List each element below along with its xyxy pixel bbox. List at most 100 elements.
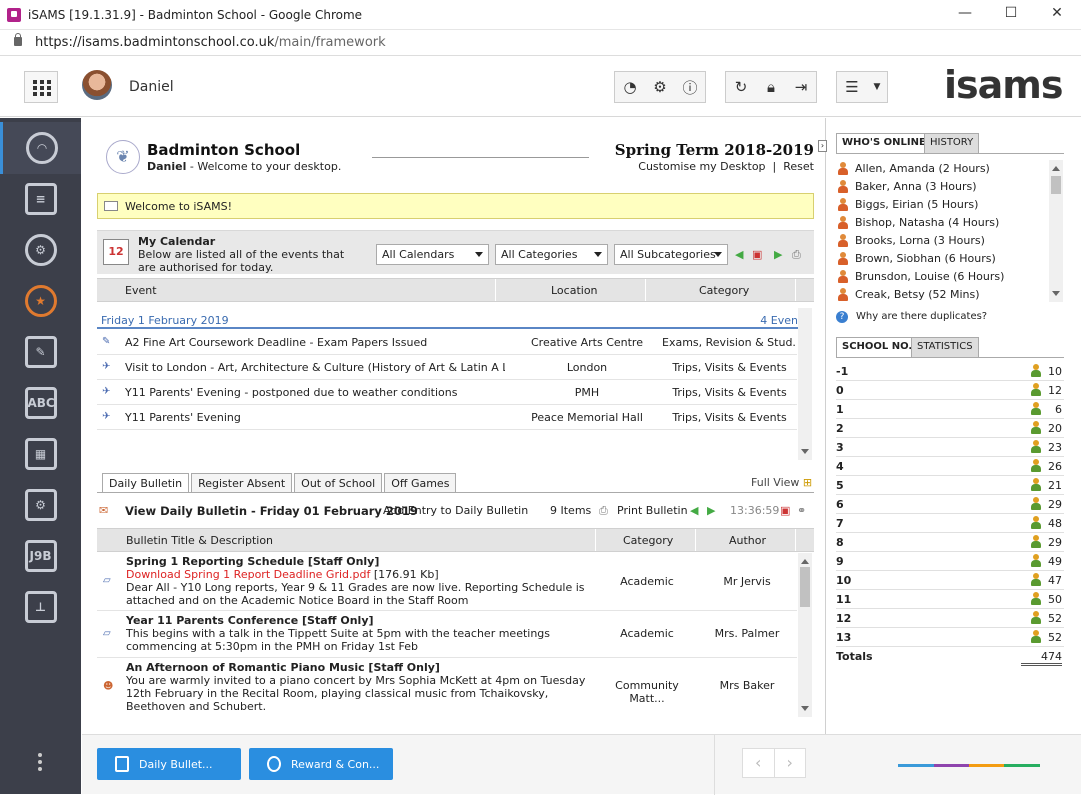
print-icon[interactable]: ⎙ [599, 504, 608, 518]
column-author[interactable]: Author [729, 534, 766, 547]
school-no-row[interactable]: 9 49 [836, 552, 1064, 571]
maximize-button[interactable]: ☐ [996, 5, 1026, 25]
school-no-row[interactable]: 12 52 [836, 609, 1064, 628]
next-arrow-icon[interactable]: ▶ [774, 248, 782, 261]
user-status-icon[interactable]: ◔ [615, 72, 645, 102]
sidebar-item-forms[interactable]: ✎ [0, 326, 81, 378]
close-window-button[interactable]: ✕ [1042, 5, 1072, 25]
subcategories-select[interactable]: All Subcategories [614, 244, 728, 265]
sidebar-item-abc[interactable]: ABC [0, 377, 81, 429]
school-no-row[interactable]: 8 29 [836, 533, 1064, 552]
sidebar-item-rewards[interactable]: ★ [0, 275, 81, 327]
lock-icon[interactable]: 🔒︎ [756, 72, 786, 102]
table-row[interactable]: ✈ Y11 Parents' Evening - postponed due t… [97, 380, 797, 405]
list-icon[interactable]: ☰ [837, 72, 867, 102]
chevron-down-icon[interactable]: ▼ [867, 72, 887, 102]
isams-logo: isams [944, 63, 1063, 107]
url-text[interactable]: https://isams.badmintonschool.co.uk/main… [35, 35, 386, 50]
column-category[interactable]: Category [699, 284, 749, 297]
pager: ‹ › [742, 748, 806, 778]
sidebar-item-academic[interactable]: ⚙ [0, 224, 81, 276]
attachment-link[interactable]: Download Spring 1 Report Deadline Grid.p… [126, 568, 370, 581]
sidebar-item-bulletin[interactable]: ≡ [0, 173, 81, 225]
school-no-row[interactable]: 6 29 [836, 495, 1064, 514]
tab-history[interactable]: HISTORY [924, 133, 980, 153]
next-page-button[interactable]: › [773, 749, 806, 777]
app-grid-button[interactable] [24, 71, 58, 103]
calendar-icon: ▦ [24, 438, 57, 470]
sidebar-item-jobs[interactable]: J9B [0, 530, 81, 582]
tab-statistics[interactable]: STATISTICS [911, 337, 979, 357]
prev-arrow-icon[interactable]: ◀ [690, 504, 698, 517]
tab-register-absent[interactable]: Register Absent [191, 473, 293, 493]
reset-link[interactable]: Reset [783, 160, 814, 173]
customise-desktop-link[interactable]: Customise my Desktop [638, 160, 765, 173]
desktop-links: Customise my Desktop | Reset [638, 160, 814, 173]
reward-button[interactable]: Reward & Con... [249, 748, 393, 780]
sidebar-item-calendar[interactable]: ▦ [0, 428, 81, 480]
school-no-row[interactable]: -1 10 [836, 362, 1064, 381]
link-icon[interactable]: ⚭ [797, 504, 806, 517]
next-arrow-icon[interactable]: ▶ [707, 504, 715, 517]
tab-off-games[interactable]: Off Games [384, 473, 457, 493]
calendar-small-icon[interactable]: ▣ [780, 504, 790, 517]
table-row[interactable]: ▱ Spring 1 Reporting Schedule [Staff Onl… [97, 553, 797, 611]
daily-bulletin-button[interactable]: Daily Bullet... [97, 748, 241, 780]
categories-select[interactable]: All Categories [495, 244, 608, 265]
main-content: ❦ Badminton School Daniel - Welcome to y… [82, 118, 824, 734]
prev-arrow-icon[interactable]: ◀ [735, 248, 743, 261]
school-no-row[interactable]: 10 47 [836, 571, 1064, 590]
person-icon [838, 234, 848, 247]
collapse-panel-icon[interactable]: › [818, 140, 827, 152]
app-topbar: Daniel ◔ ⚙ ⓘ ↻ 🔒︎ ⇥ ☰ ▼ isams [0, 57, 1081, 117]
print-icon[interactable]: ⎙ [792, 248, 801, 262]
tab-whos-online[interactable]: WHO'S ONLINE [836, 133, 932, 153]
school-no-row[interactable]: 5 21 [836, 476, 1064, 495]
online-scrollbar[interactable] [1049, 160, 1063, 302]
table-row[interactable]: ▱ Year 11 Parents Conference [Staff Only… [97, 612, 797, 658]
user-name[interactable]: Daniel [129, 79, 174, 95]
calendars-select[interactable]: All Calendars [376, 244, 489, 265]
bulletin-scrollbar[interactable] [798, 553, 812, 717]
bulletin-heading: View Daily Bulletin - Friday 01 February… [125, 504, 418, 518]
column-bulletin-title[interactable]: Bulletin Title & Description [126, 534, 273, 547]
more-options-icon[interactable] [28, 744, 52, 780]
gear-icon[interactable]: ⚙ [645, 72, 675, 102]
column-category[interactable]: Category [623, 534, 673, 547]
table-row[interactable]: ☻ An Afternoon of Romantic Piano Music [… [97, 659, 797, 717]
prev-page-button[interactable]: ‹ [743, 749, 774, 777]
school-no-row[interactable]: 2 20 [836, 419, 1064, 438]
school-no-row[interactable]: 7 48 [836, 514, 1064, 533]
avatar[interactable] [82, 70, 112, 100]
tab-daily-bulletin[interactable]: Daily Bulletin [102, 473, 190, 493]
tab-out-of-school[interactable]: Out of School [294, 473, 383, 493]
school-no-row[interactable]: 4 26 [836, 457, 1064, 476]
sidebar-item-dashboard[interactable]: ◠ [0, 122, 81, 174]
school-no-row[interactable]: 3 23 [836, 438, 1064, 457]
add-entry-link[interactable]: Add Entry to Daily Bulletin [383, 504, 528, 517]
sidebar-item-structure[interactable]: ⊥ [0, 581, 81, 633]
column-location[interactable]: Location [551, 284, 598, 297]
address-bar[interactable]: https://isams.badmintonschool.co.uk/main… [0, 30, 1081, 56]
calendar-scrollbar[interactable] [798, 308, 812, 460]
full-view-link[interactable]: Full View ⊞ [751, 476, 812, 489]
refresh-icon[interactable]: ↻ [726, 72, 756, 102]
column-event[interactable]: Event [125, 284, 157, 297]
school-no-row[interactable]: 13 52 [836, 628, 1064, 647]
school-no-row[interactable]: 16 [836, 400, 1064, 419]
school-no-row[interactable]: 0 12 [836, 381, 1064, 400]
duplicates-link[interactable]: ? Why are there duplicates? [836, 311, 987, 323]
school-no-row[interactable]: 11 50 [836, 590, 1064, 609]
calendar-small-icon[interactable]: ▣ [752, 248, 762, 261]
sidebar-item-config[interactable]: ⚙ [0, 479, 81, 531]
minimize-button[interactable]: — [950, 5, 980, 25]
print-bulletin-link[interactable]: Print Bulletin [617, 504, 688, 517]
pen-icon: ✎ [102, 336, 111, 347]
info-icon[interactable]: ⓘ [675, 72, 705, 102]
tab-school-no[interactable]: SCHOOL NO. [836, 337, 919, 357]
table-row[interactable]: ✈ Visit to London - Art, Architecture & … [97, 355, 797, 380]
logout-icon[interactable]: ⇥ [786, 72, 816, 102]
table-row[interactable]: ✎ A2 Fine Art Coursework Deadline - Exam… [97, 330, 797, 355]
table-row[interactable]: ✈ Y11 Parents' Evening Peace Memorial Ha… [97, 405, 797, 430]
pupil-icon [1031, 535, 1041, 548]
